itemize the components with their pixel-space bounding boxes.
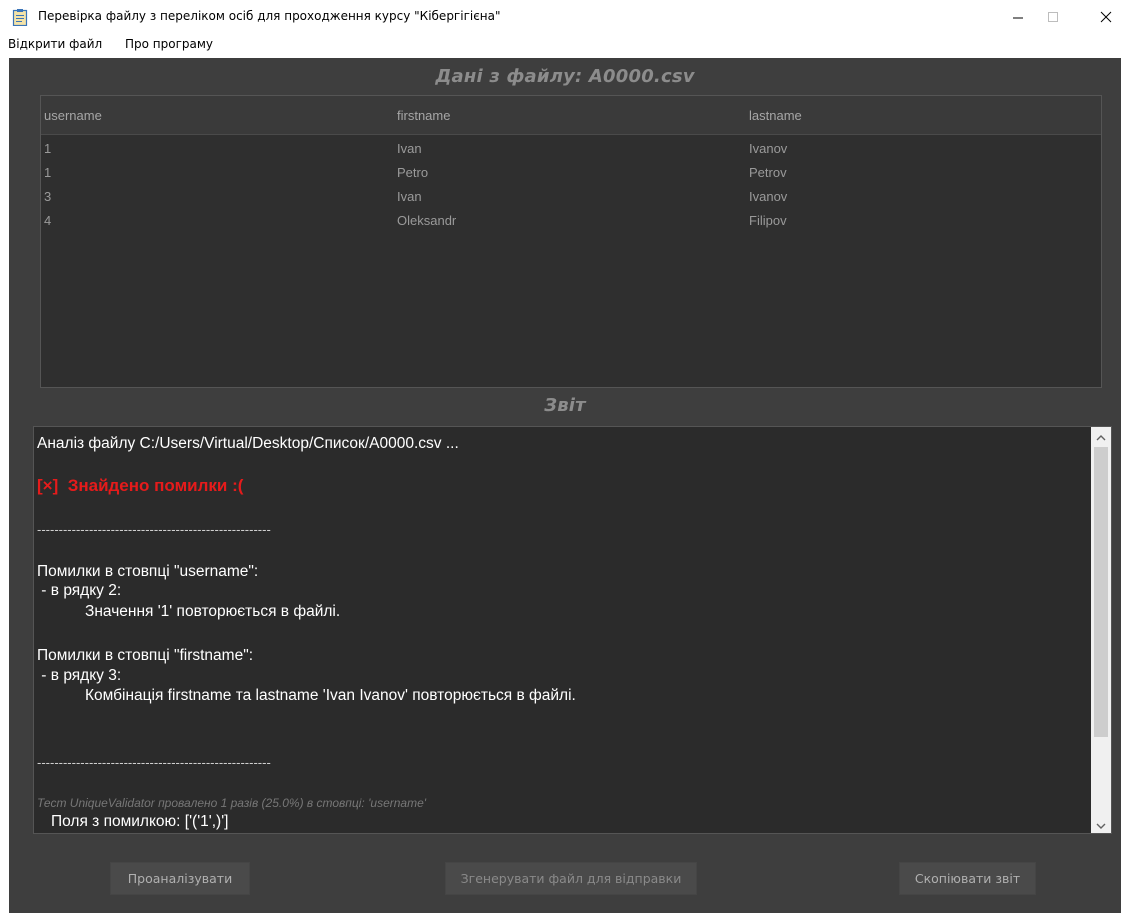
report-section-title: Звіт xyxy=(544,395,586,416)
menu-open-file[interactable]: Відкрити файл xyxy=(8,36,102,51)
menu-about[interactable]: Про програму xyxy=(125,36,213,51)
cell-firstname: Ivan xyxy=(397,189,422,204)
cell-lastname: Filipov xyxy=(749,213,787,228)
data-section-title: Дані з файлу: A0000.csv xyxy=(435,66,695,87)
main-panel: Дані з файлу: A0000.csv username firstna… xyxy=(9,58,1121,913)
scroll-down-button[interactable] xyxy=(1091,815,1111,833)
table-header: username firstname lastname xyxy=(41,96,1101,135)
scroll-up-button[interactable] xyxy=(1091,427,1111,445)
report-col1-message: Значення '1' повторюється в файлі. xyxy=(85,603,341,620)
table-row[interactable]: 1 Petro Petrov xyxy=(41,160,1101,184)
generate-file-button[interactable]: Згенерувати файл для відправки xyxy=(445,862,697,895)
cell-lastname: Ivanov xyxy=(749,141,788,156)
report-fields-error: Поля з помилкою: ['('1',)'] xyxy=(51,813,229,830)
report-scrollbar[interactable] xyxy=(1091,427,1111,833)
cell-firstname: Oleksandr xyxy=(397,213,457,228)
report-col1-header: Помилки в стовпці "username": xyxy=(37,563,259,580)
title-bar: Перевірка файлу з переліком осіб для про… xyxy=(0,0,1132,34)
cell-firstname: Ivan xyxy=(397,141,422,156)
window-title: Перевірка файлу з переліком осіб для про… xyxy=(38,9,501,23)
data-table[interactable]: username firstname lastname 1 Ivan Ivano… xyxy=(40,95,1102,388)
cell-username: 3 xyxy=(44,189,52,204)
column-header-lastname[interactable]: lastname xyxy=(749,108,802,123)
report-col2-row: - в рядку 3: xyxy=(37,667,122,684)
maximize-button[interactable] xyxy=(1030,0,1076,34)
report-text-area[interactable]: Аналіз файлу C:/Users/Virtual/Desktop/Сп… xyxy=(33,426,1112,834)
report-col1-row: - в рядку 2: xyxy=(37,582,122,599)
report-separator: ----------------------------------------… xyxy=(37,755,271,770)
close-button[interactable] xyxy=(1083,0,1129,34)
menu-bar: Відкрити файл Про програму xyxy=(0,34,1132,58)
clipboard-icon xyxy=(12,8,28,27)
cell-firstname: Petro xyxy=(397,165,429,180)
column-header-firstname[interactable]: firstname xyxy=(397,108,450,123)
analyze-button[interactable]: Проаналізувати xyxy=(110,862,250,895)
report-col2-header: Помилки в стовпці "firstname": xyxy=(37,647,254,664)
table-row[interactable]: 4 Oleksandr Filipov xyxy=(41,208,1101,232)
close-icon xyxy=(1100,8,1112,27)
cell-lastname: Ivanov xyxy=(749,189,788,204)
report-errors-found: [×] Знайдено помилки :( xyxy=(37,476,244,495)
report-analysis-line: Аналіз файлу C:/Users/Virtual/Desktop/Сп… xyxy=(37,435,459,452)
chevron-up-icon xyxy=(1096,427,1106,446)
table-row[interactable]: 1 Ivan Ivanov xyxy=(41,136,1101,160)
scroll-thumb[interactable] xyxy=(1094,447,1108,737)
cell-username: 4 xyxy=(44,213,52,228)
table-row[interactable]: 3 Ivan Ivanov xyxy=(41,184,1101,208)
cell-lastname: Petrov xyxy=(749,165,787,180)
minimize-icon xyxy=(1012,8,1024,27)
copy-report-button[interactable]: Скопіювати звіт xyxy=(899,862,1036,895)
report-separator: ----------------------------------------… xyxy=(37,522,271,537)
cell-username: 1 xyxy=(44,165,52,180)
report-test-info: Тест UniqueValidator провалено 1 разів (… xyxy=(37,796,427,810)
chevron-down-icon xyxy=(1096,815,1106,834)
column-header-username[interactable]: username xyxy=(44,108,102,123)
cell-username: 1 xyxy=(44,141,52,156)
maximize-icon xyxy=(1047,8,1059,27)
report-col2-message: Комбінація firstname та lastname 'Ivan I… xyxy=(85,687,576,704)
